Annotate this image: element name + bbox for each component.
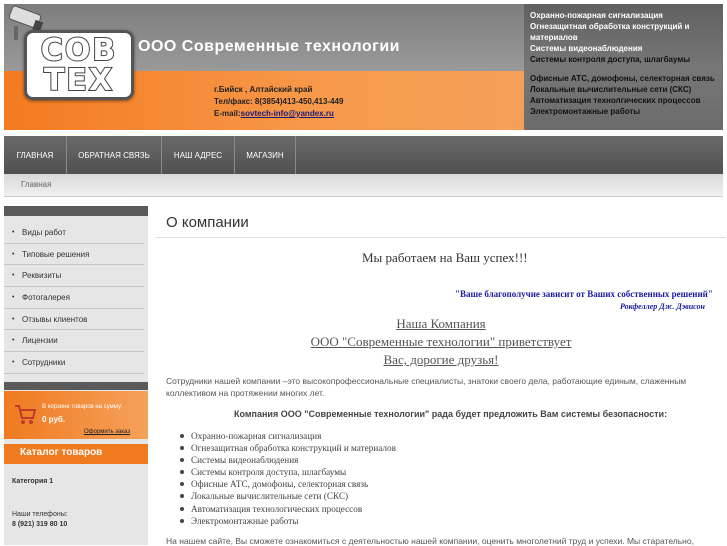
header-service: Локальные вычислительные сети (СКС) [530, 85, 692, 94]
bullet-icon: • [12, 315, 15, 323]
logo-line-2: ТЕХ [43, 62, 115, 99]
header-service: Огнезащитная обработка конструкций и мат… [530, 22, 690, 42]
header-service: Автоматизация технолгических процессов [530, 96, 701, 105]
sidebar-item-licenses[interactable]: • Лицензии [4, 330, 144, 353]
header-service: Системы видеонаблюдения [530, 44, 643, 53]
quote-author: Рокфеллер Дж. Дэвисон [620, 302, 705, 311]
sidebar-item-label: Виды работ [22, 228, 66, 237]
nav-divider [295, 136, 296, 174]
sidebar-item-label: Типовые решения [22, 249, 90, 259]
cart-widget: В корзине товаров на сумму: 0 руб. Оформ… [4, 391, 148, 439]
email-link[interactable]: sovtech-info@yandex.ru [241, 109, 334, 118]
logo[interactable]: СОВ ТЕХ [24, 30, 134, 100]
sidebar-item-reviews[interactable]: • Отзывы клиентов [4, 309, 144, 331]
header-services-list: Охранно-пожарная сигнализация Огнезащитн… [530, 10, 720, 117]
bullet-icon: • [12, 359, 15, 367]
bullet-icon: • [12, 229, 15, 236]
sidebar-item-label: Лицензии [22, 336, 58, 346]
bullet-icon: • [12, 337, 15, 345]
sidebar-divider-bar [4, 382, 148, 390]
list-item: Системы видеонаблюдения [180, 454, 396, 466]
bullet-icon: • [12, 272, 15, 280]
list-item: Локальные вычислительные сети (СКС) [180, 490, 396, 502]
sidebar-item-label: Фотогалерея [22, 293, 70, 303]
nav-item-feedback[interactable]: ОБРАТНАЯ СВЯЗЬ [67, 136, 161, 174]
sidebar-phone: 8 (921) 319 80 10 [12, 521, 68, 528]
title-divider [156, 237, 726, 238]
greeting-line: ООО "Современные технологии" приветствуе… [310, 334, 572, 349]
slogan: Мы работаем на Ваш успех!!! [362, 250, 528, 265]
greeting: Наша Компания ООО "Современные технологи… [296, 315, 586, 369]
intro-paragraph: Сотрудники нашей компании –это высокопро… [166, 376, 687, 398]
nav-item-home[interactable]: ГЛАВНАЯ [4, 136, 66, 174]
phones-label: Наши телефоны: [12, 511, 68, 518]
list-item: Охранно-пожарная сигнализация [180, 430, 396, 442]
list-item: Офисные АТС, домофоны, селекторная связь [180, 478, 396, 490]
header-service: Охранно-пожарная сигнализация [530, 11, 663, 20]
header-service: Офисные АТС, домофоны, селекторная связь [530, 74, 715, 83]
nav-item-shop[interactable]: МАГАЗИН [235, 136, 295, 174]
email-row: E-mail:sovtech-info@yandex.ru [214, 108, 343, 120]
header-contacts: г.Бийск , Алтайский край Тел/факс: 8(385… [214, 84, 343, 120]
greeting-line: Наша Компания [396, 316, 486, 331]
header-service: Электромонтажные работы [530, 107, 641, 116]
checkout-link[interactable]: Оформить заказ [84, 429, 130, 435]
header-service: Системы контроля доступа, шлагбаумы [530, 55, 691, 64]
phone-fax: Тел/факс: 8(3854)413-450,413-449 [214, 97, 344, 106]
offer-heading: Компания ООО "Современные технологии" ра… [234, 409, 668, 419]
email-label: E-mail: [214, 109, 241, 118]
shopping-cart-icon[interactable] [12, 401, 38, 427]
main-nav: ГЛАВНАЯ ОБРАТНАЯ СВЯЗЬ НАШ АДРЕС МАГАЗИН [4, 136, 723, 174]
list-item: Автоматизация технологических процессов [180, 503, 396, 515]
list-item: Системы контроля доступа, шлагбаумы [180, 466, 396, 478]
cart-total: 0 руб. [42, 415, 66, 424]
page-title: О компании [166, 214, 249, 231]
bullet-icon: • [12, 250, 15, 258]
nav-item-address[interactable]: НАШ АДРЕС [162, 136, 234, 174]
sidebar-item-solutions[interactable]: • Типовые решения [4, 244, 144, 266]
company-name: ООО Современные технологии [138, 38, 400, 55]
sidebar-item-label: Реквизиты [22, 271, 62, 281]
services-list: Охранно-пожарная сигнализация Огнезащитн… [180, 430, 396, 527]
cart-label: В корзине товаров на сумму: [42, 404, 123, 410]
sidebar-item-works[interactable]: • Виды работ [4, 222, 144, 244]
breadcrumb-bar [4, 174, 723, 197]
catalog-header: Каталог товаров [4, 444, 148, 464]
sidebar-top-bar [4, 206, 148, 216]
bullet-icon: • [12, 294, 15, 302]
sidebar-item-gallery[interactable]: • Фотогалерея [4, 287, 144, 309]
quote: "Ваше благополучие зависит от Ваших собс… [455, 289, 713, 299]
list-item: Электромонтажные работы [180, 515, 396, 527]
list-item: Огнезащитная обработка конструкций и мат… [180, 442, 396, 454]
catalog-title: Каталог товаров [20, 447, 103, 458]
sidebar-item-requisites[interactable]: • Реквизиты [4, 265, 144, 288]
city: г.Бийск , Алтайский край [214, 85, 313, 94]
sidebar-item-label: Отзывы клиентов [22, 314, 88, 324]
breadcrumb[interactable]: Главная [21, 180, 51, 189]
sidebar-item-staff[interactable]: • Сотрудники [4, 352, 144, 374]
category-link[interactable]: Категория 1 [12, 478, 53, 485]
greeting-line: Вас, дорогие друзья! [383, 352, 499, 367]
sidebar-item-label: Сотрудники [22, 358, 66, 368]
sidebar-menu: • Виды работ • Типовые решения • Реквизиты … [4, 222, 144, 374]
